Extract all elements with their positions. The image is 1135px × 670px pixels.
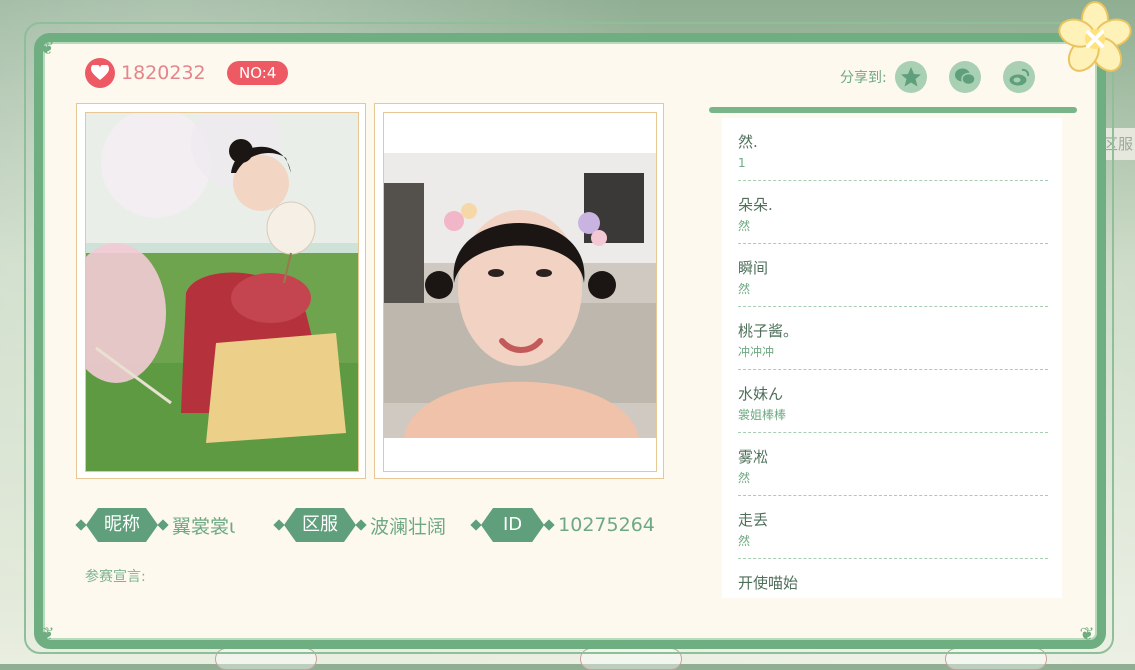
list-item: 水妹ん 裳姐棒棒 [738, 370, 1048, 433]
close-flower-icon[interactable] [1056, 0, 1134, 78]
id-label: ID [481, 508, 544, 542]
server-label: 区服 [284, 508, 356, 542]
message-text: 然 [738, 282, 751, 296]
message-author: 瞬间 [738, 259, 769, 277]
rank-badge: NO:4 [227, 61, 289, 85]
message-panel-bar [709, 107, 1077, 113]
contest-photo-2[interactable] [383, 112, 657, 472]
list-item: 然. 1 [738, 118, 1048, 181]
list-item: 桃子酱。 冲冲冲 [738, 307, 1048, 370]
list-item: 走丢 然 [738, 496, 1048, 559]
server-value: 波澜壮阔 [370, 515, 447, 538]
photo-card-1[interactable] [76, 103, 366, 479]
share-weibo-button[interactable] [1002, 61, 1035, 93]
nickname-label: 昵称 [86, 508, 158, 542]
message-text: 然 [738, 471, 751, 485]
message-text: 冲冲冲 [738, 345, 775, 359]
corner-leaf-icon: ❦ [39, 624, 55, 645]
message-text: 然 [738, 534, 751, 548]
list-item: 开使喵始 [738, 559, 1048, 598]
list-item: 瞬间 然 [738, 244, 1048, 307]
heart-icon[interactable] [85, 58, 115, 88]
likes-count: 1820232 [121, 62, 206, 84]
declaration-label: 参赛宣言: [85, 569, 146, 585]
list-item: 朵朵. 然 [738, 181, 1048, 244]
wechat-icon [954, 68, 976, 86]
nickname-value: 翼裳裳ι [172, 515, 236, 538]
message-author: 开使喵始 [738, 574, 799, 592]
message-author: 走丢 [738, 511, 769, 529]
like-counter[interactable]: 1820232 [85, 58, 206, 88]
server-row: 区服 波澜壮阔 [276, 507, 446, 543]
share-label: 分享到: [840, 70, 887, 86]
message-author: 然. [738, 133, 758, 151]
share-qzone-button[interactable] [894, 61, 927, 93]
message-author: 雾凇 [738, 448, 769, 466]
server-tag: 区服 [276, 508, 364, 542]
corner-leaf-icon: ❦ [39, 38, 55, 59]
share-bar: 分享到: [840, 61, 1035, 93]
message-author: 桃子酱。 [738, 322, 799, 340]
message-author: 朵朵. [738, 196, 773, 214]
weibo-icon [1009, 68, 1029, 86]
qzone-icon [900, 67, 921, 87]
photo-card-2[interactable] [374, 103, 664, 479]
nickname-tag: 昵称 [78, 508, 166, 542]
id-tag: ID [473, 508, 552, 542]
message-text: 裳姐棒棒 [738, 408, 787, 422]
id-value: 10275264 [558, 514, 655, 536]
message-text: 1 [738, 156, 746, 170]
message-list[interactable]: 然. 1 朵朵. 然 瞬间 然 桃子酱。 冲冲冲 水妹ん 裳姐棒棒 雾凇 然 走… [722, 118, 1062, 598]
nickname-row: 昵称 翼裳裳ι [78, 507, 235, 543]
message-author: 水妹ん [738, 385, 784, 403]
id-row: ID 10275264 [473, 507, 655, 543]
message-text: 然 [738, 219, 751, 233]
contest-photo-1[interactable] [85, 112, 359, 472]
share-wechat-button[interactable] [948, 61, 981, 93]
list-item: 雾凇 然 [738, 433, 1048, 496]
corner-leaf-icon: ❦ [1079, 624, 1095, 645]
